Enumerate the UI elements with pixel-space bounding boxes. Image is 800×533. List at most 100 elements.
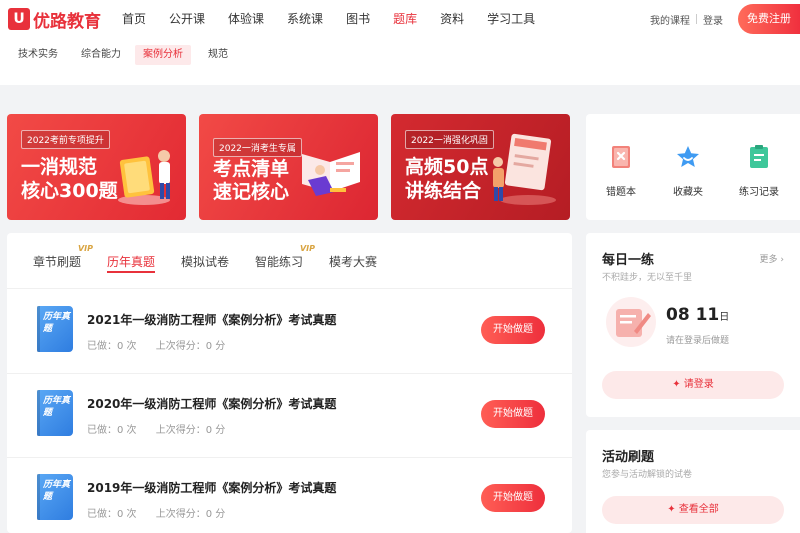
top-navigation-bar: U 优路教育 首页 公开课 体验课 系统课 图书 题库 资料 学习工具 我的课程… [0,0,800,38]
banner-headline: 速记核心 [213,181,290,203]
star-icon [677,146,699,167]
banner-high-frequency[interactable]: 2022一消强化巩固 高频50点 讲练结合 [391,114,570,220]
tool-label: 收藏夹 [673,187,703,198]
past-exam-book-icon: 历年真题 [37,390,73,436]
scroll-note-icon [606,297,656,347]
question-type-tabs: 章节刷题 VIP 历年真题 模拟试卷 智能练习 VIP 模考大赛 [7,233,572,289]
main-nav: 首页 公开课 体验课 系统课 图书 题库 资料 学习工具 [122,0,558,38]
banner-key-points[interactable]: 2022一消考生专属 考点清单 速记核心 [199,114,378,220]
nav-item-question-bank[interactable]: 题库 [393,0,417,38]
more-link[interactable]: 更多 › [760,252,784,265]
activity-practice-card: 活动刷题 您参与活动解锁的试卷 ✦ 查看全部 [586,430,800,533]
exam-paper-illustration [493,133,556,205]
exam-stats: 已做：0 次 上次得分：0 分 [87,421,241,436]
study-tools-card: 错题本 收藏夹 练习记录 [586,114,800,220]
banner-headline: 一消规范 [21,156,98,178]
month: 08 [666,305,690,325]
tab-label: 历年真题 [107,255,156,269]
exam-title: 2021年一级消防工程师《案例分析》考试真题 [87,313,337,327]
please-login-button[interactable]: ✦ 请登录 [602,371,784,399]
book-stack-illustration [118,150,170,205]
daily-title: 每日一练 [602,253,655,268]
logo-mark: U [8,8,30,30]
tab-mock-contest[interactable]: 模考大赛 [329,253,377,270]
banner-headline: 高频50点 [405,156,489,178]
divider [696,14,697,24]
activity-title: 活动刷题 [602,450,655,465]
exam-title: 2020年一级消防工程师《案例分析》考试真题 [87,397,337,411]
book-label: 历年真题 [43,396,71,418]
tab-label: 模考大赛 [329,255,378,269]
tool-favorites[interactable]: 收藏夹 [658,144,718,198]
view-all-button[interactable]: ✦ 查看全部 [602,496,784,524]
record-icon [750,145,768,168]
vip-badge: VIP [299,244,316,253]
tool-practice-record[interactable]: 练习记录 [729,144,789,198]
subtab-case-analysis[interactable]: 案例分析 [135,45,191,65]
done-count: 已做：0 次 [87,425,137,436]
last-score: 上次得分：0 分 [155,509,226,520]
tab-chapter-practice[interactable]: 章节刷题 VIP [33,244,93,270]
tab-label: 智能练习 [255,255,304,269]
tool-error-book[interactable]: 错题本 [591,144,651,198]
nav-item-home[interactable]: 首页 [122,0,146,38]
nav-item-books[interactable]: 图书 [346,0,370,38]
tool-label: 错题本 [606,187,636,198]
nav-item-system-course[interactable]: 系统课 [287,0,323,38]
past-exam-book-icon: 历年真题 [37,474,73,520]
nav-item-materials[interactable]: 资料 [440,0,464,38]
daily-practice-card: 每日一练 不积跬步，无以至千里 更多 › 08 11日 请在登录后做题 ✦ 请登… [586,233,800,417]
last-score: 上次得分：0 分 [155,341,226,352]
tab-mock-papers[interactable]: 模拟试卷 [181,253,229,270]
subject-tabs: 技术实务 综合能力 案例分析 规范 [0,38,800,85]
banner-tag: 2022一消考生专属 [213,138,302,157]
nav-item-open-course[interactable]: 公开课 [169,0,205,38]
done-count: 已做：0 次 [87,341,137,352]
banner-headline: 核心300题 [21,180,118,202]
my-courses-link[interactable]: 我的课程 [650,12,690,27]
logo-text: 优路教育 [33,11,101,32]
exam-row: 历年真题 2020年一级消防工程师《案例分析》考试真题 已做：0 次 上次得分：… [7,374,572,458]
vip-badge: VIP [77,244,94,253]
register-button[interactable]: 免费注册 [738,4,800,34]
tab-label: 章节刷题 [33,255,82,269]
button-label: 查看全部 [678,504,719,515]
tab-past-exams[interactable]: 历年真题 [107,253,156,273]
start-practice-button[interactable]: 开始做题 [481,316,545,344]
nav-item-study-tools[interactable]: 学习工具 [487,0,535,38]
banner-core-300[interactable]: 2022考前专项提升 一消规范 核心300题 [7,114,186,220]
banner-headline: 考点清单 [213,158,290,180]
exam-stats: 已做：0 次 上次得分：0 分 [87,505,241,520]
banner-tag: 2022一消强化巩固 [405,130,494,149]
open-book-illustration [302,152,360,196]
login-hint: 请在登录后做题 [666,336,730,346]
button-label: 请登录 [683,379,714,390]
error-book-icon [612,146,630,168]
banner-headline: 讲练结合 [405,180,482,202]
active-tab-indicator [107,271,156,273]
brand-logo[interactable]: U 优路教育 [8,7,101,32]
subtab-standards[interactable]: 规范 [200,45,236,65]
start-practice-button[interactable]: 开始做题 [481,484,545,512]
exam-row: 历年真题 2019年一级消防工程师《案例分析》考试真题 已做：0 次 上次得分：… [7,458,572,533]
book-label: 历年真题 [43,480,71,502]
share-icon: ✦ [672,379,684,390]
done-count: 已做：0 次 [87,509,137,520]
day-unit: 日 [719,312,730,323]
user-actions: 我的课程 登录 免费注册 [650,0,800,38]
subtab-technical-practice[interactable]: 技术实务 [10,45,66,65]
activity-subtitle: 您参与活动解锁的试卷 [602,470,693,480]
day: 11 [695,305,720,325]
daily-date: 08 11日 [666,305,729,325]
exam-row: 历年真题 2021年一级消防工程师《案例分析》考试真题 已做：0 次 上次得分：… [7,290,572,374]
share-icon: ✦ [667,504,679,515]
nav-item-trial-course[interactable]: 体验课 [228,0,264,38]
start-practice-button[interactable]: 开始做题 [481,400,545,428]
login-link[interactable]: 登录 [703,12,723,27]
exam-title: 2019年一级消防工程师《案例分析》考试真题 [87,481,337,495]
tab-label: 模拟试卷 [181,255,230,269]
past-exam-book-icon: 历年真题 [37,306,73,352]
tab-smart-practice[interactable]: 智能练习 VIP [255,244,315,270]
question-list-panel: 章节刷题 VIP 历年真题 模拟试卷 智能练习 VIP 模考大赛 历年真题 20… [7,233,572,533]
subtab-comprehensive-ability[interactable]: 综合能力 [73,45,129,65]
